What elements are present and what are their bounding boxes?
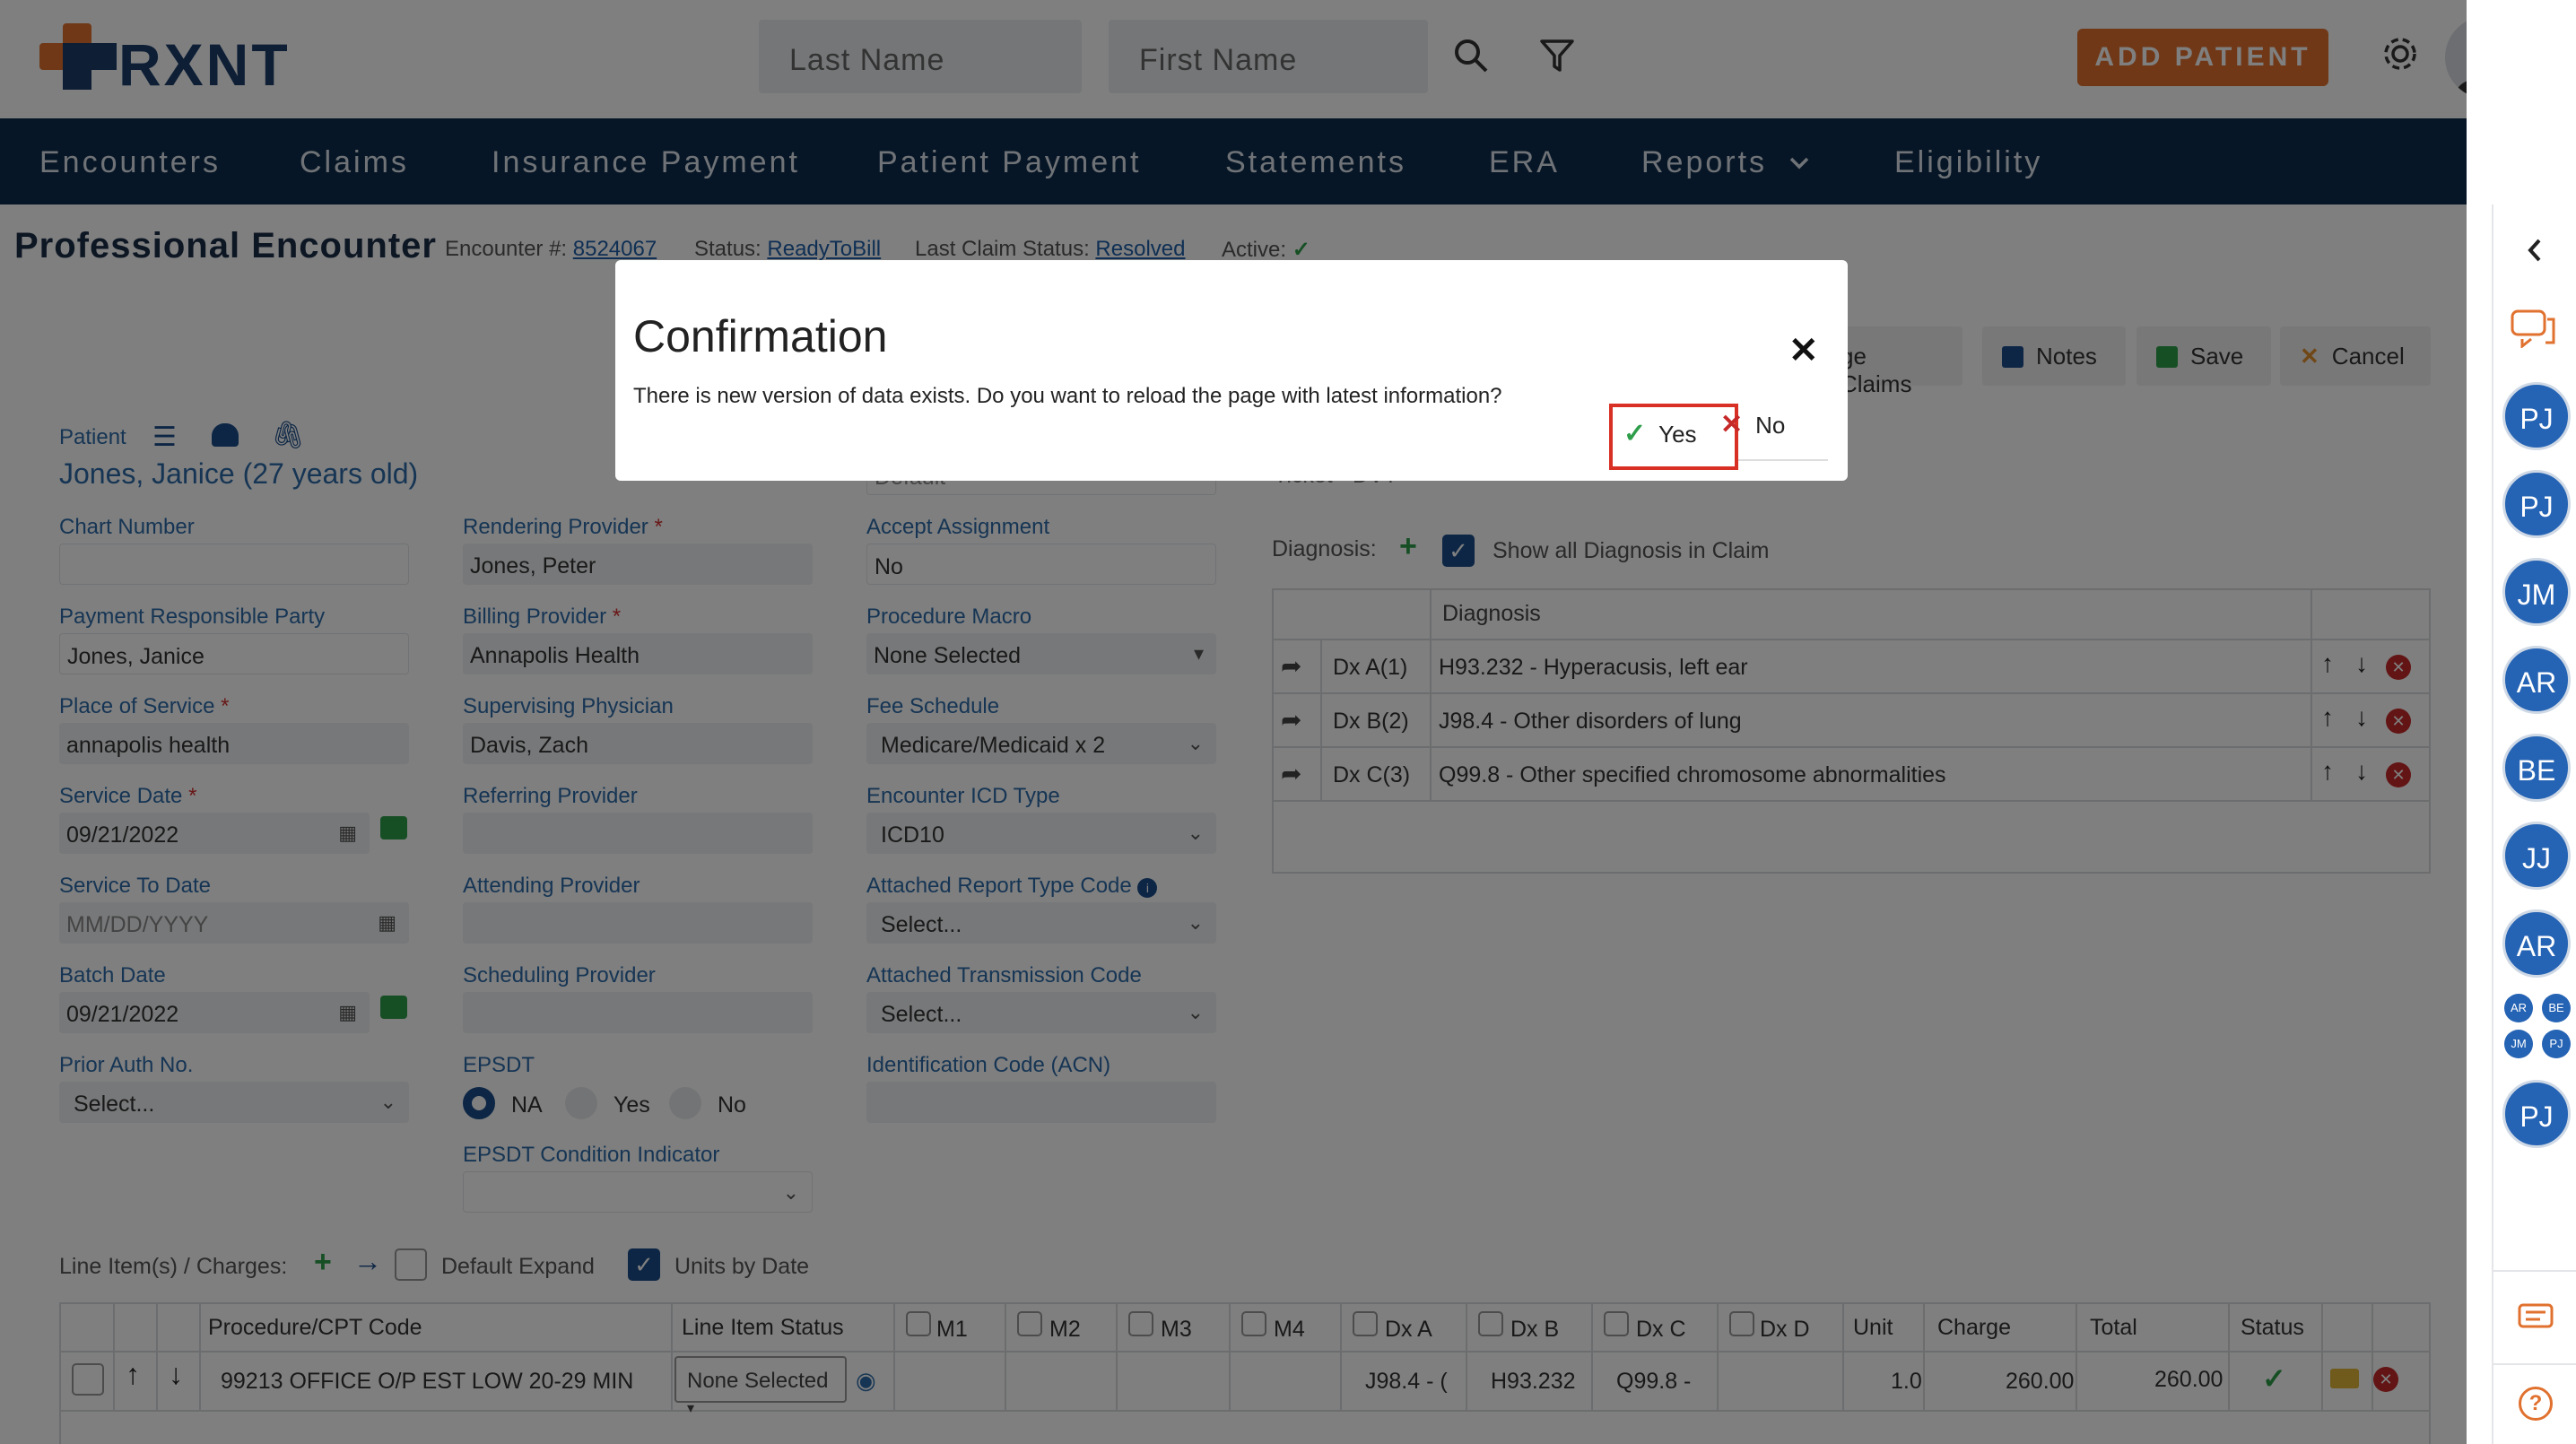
no-underline xyxy=(1738,459,1828,461)
no-button[interactable]: ✕ No xyxy=(1720,409,1786,440)
group-avatar-pj[interactable]: PJ xyxy=(2542,1030,2571,1058)
rail-separator xyxy=(2492,1363,2576,1365)
avatar-jm[interactable]: JM xyxy=(2502,558,2571,626)
close-icon[interactable]: ✕ xyxy=(1788,330,1819,371)
avatar-pj[interactable]: PJ xyxy=(2502,1080,2571,1148)
chevron-left-icon[interactable] xyxy=(2524,237,2546,264)
help-icon[interactable]: ? xyxy=(2519,1387,2553,1421)
avatar-pj[interactable]: PJ xyxy=(2502,470,2571,538)
chat-bubbles-icon[interactable] xyxy=(2510,309,2556,348)
group-avatar-jm[interactable]: JM xyxy=(2504,1030,2533,1058)
dialog-title: Confirmation xyxy=(633,311,888,361)
app-root: RXNT Last Name First Name ADD PATIENT En… xyxy=(0,0,2576,1444)
no-label: No xyxy=(1755,412,1786,439)
message-icon[interactable] xyxy=(2517,1302,2554,1335)
avatar-ar[interactable]: AR xyxy=(2502,646,2571,714)
dialog-message: There is new version of data exists. Do … xyxy=(633,384,1502,408)
modal-backdrop[interactable] xyxy=(0,0,2467,1444)
check-icon: ✓ xyxy=(1623,419,1647,448)
avatar-be[interactable]: BE xyxy=(2502,734,2571,802)
right-rail xyxy=(2467,0,2576,1444)
group-avatar-be[interactable]: BE xyxy=(2542,994,2571,1022)
yes-button[interactable]: ✓ Yes xyxy=(1611,405,1710,454)
rail-separator xyxy=(2492,1270,2576,1272)
confirmation-dialog: Confirmation ✕ There is new version of d… xyxy=(615,260,1848,481)
avatar-ar[interactable]: AR xyxy=(2502,909,2571,978)
x-icon: ✕ xyxy=(1720,410,1744,439)
group-avatar-ar[interactable]: AR xyxy=(2504,994,2533,1022)
rail-divider xyxy=(2492,204,2493,1444)
avatar-pj[interactable]: PJ xyxy=(2502,382,2571,450)
yes-label: Yes xyxy=(1658,421,1697,448)
avatar-jj[interactable]: JJ xyxy=(2502,822,2571,890)
